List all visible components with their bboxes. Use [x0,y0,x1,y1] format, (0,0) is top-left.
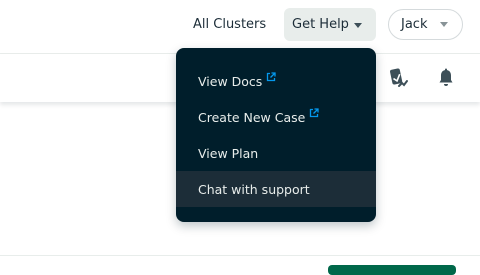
menu-item-create-new-case[interactable]: Create New Case [176,99,376,135]
reports-icon[interactable] [386,66,410,90]
caret-down-icon [440,22,448,27]
menu-item-label: View Plan [198,145,259,161]
menu-item-view-docs[interactable]: View Docs [176,63,376,99]
bell-icon[interactable] [434,66,458,90]
external-link-icon [267,72,276,82]
menu-item-label: Create New Case [198,109,306,125]
user-menu-button[interactable]: Jack [388,9,463,40]
menu-item-view-plan[interactable]: View Plan [176,135,376,171]
content-divider [0,255,480,256]
get-help-button[interactable]: Get Help [284,8,376,41]
menu-item-chat-with-support[interactable]: Chat with support [176,171,376,207]
get-help-label: Get Help [292,17,349,32]
user-name: Jack [401,17,428,32]
menu-item-label: Chat with support [198,181,310,197]
top-header: All Clusters Get Help Jack [0,0,480,50]
all-clusters-link[interactable]: All Clusters [193,16,266,34]
help-dropdown-menu: View Docs Create New Case View Plan Chat… [176,48,376,222]
caret-down-icon [354,23,362,28]
external-link-icon [310,108,319,118]
menu-item-label: View Docs [198,73,263,89]
primary-action-button[interactable] [328,265,456,275]
